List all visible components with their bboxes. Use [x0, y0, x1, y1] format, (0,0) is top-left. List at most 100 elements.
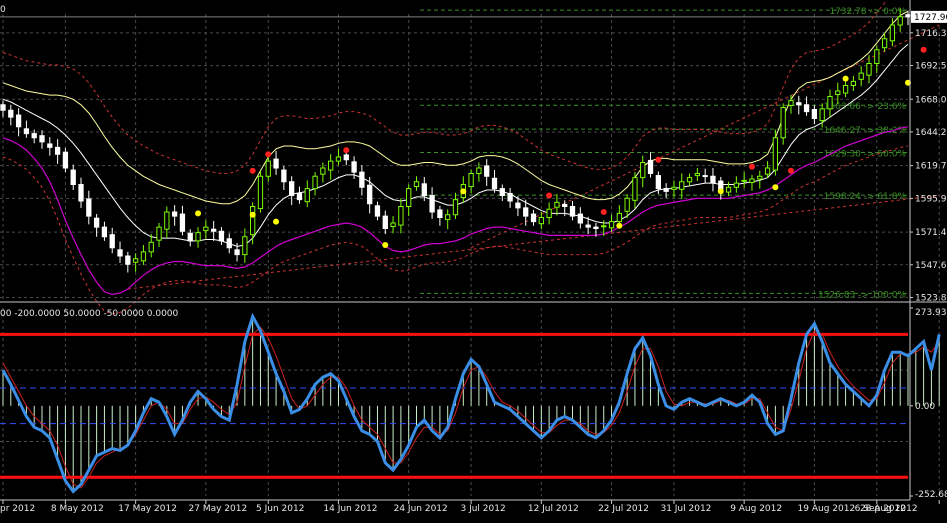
y-tick-label: 1523.80: [915, 294, 947, 304]
candle-body: [593, 226, 599, 229]
candle-body: [663, 188, 669, 192]
candle-body: [819, 108, 825, 122]
fractal-up-marker: [600, 209, 607, 215]
candle-body: [702, 175, 708, 178]
fractal-up-marker: [920, 46, 927, 53]
candle-body: [546, 208, 552, 218]
candle-body: [156, 226, 162, 241]
candle-body: [164, 211, 170, 230]
fractal-down-marker: [195, 210, 202, 217]
y-tick-label: 1716.30: [915, 29, 947, 39]
candle-body: [515, 202, 521, 209]
fractal-down-marker: [772, 184, 779, 191]
candle-body: [507, 192, 513, 202]
x-tick-label: 8 May 2012: [51, 504, 104, 514]
candle-body: [757, 175, 763, 180]
candle-body: [499, 188, 505, 196]
candle-body: [23, 128, 30, 135]
candle-body: [374, 205, 381, 217]
candle-body: [671, 186, 677, 190]
candle-body: [86, 198, 92, 217]
candle-body: [897, 16, 903, 26]
fractal-down-marker: [460, 188, 467, 195]
candle-body: [850, 80, 857, 86]
candle-body: [140, 251, 147, 262]
candle-body: [421, 183, 427, 196]
fractal-down-marker: [717, 188, 724, 195]
candle-body: [874, 49, 880, 64]
y-tick-label: 1547.60: [915, 261, 947, 271]
y-tick-label: 1595.90: [915, 194, 947, 204]
candle-body: [281, 169, 287, 183]
fractal-up-marker: [265, 151, 272, 158]
candle-body: [70, 169, 76, 185]
candle-body: [585, 224, 591, 228]
candle-body: [632, 177, 638, 201]
candle-body: [468, 173, 474, 188]
candle-body: [226, 238, 232, 249]
candle-body: [530, 213, 537, 223]
y-tick-label: 1692.50: [915, 62, 947, 72]
candle-body: [764, 167, 771, 175]
x-tick-label: 6 Sep 2012: [855, 504, 906, 514]
candle-body: [858, 72, 864, 80]
candle-body: [54, 146, 61, 155]
candle-body: [296, 192, 303, 201]
candle-body: [31, 133, 37, 139]
x-tick-label: 3 Jul 2012: [460, 504, 505, 514]
candle-body: [741, 179, 747, 182]
candle-body: [686, 177, 693, 183]
x-tick-label: 9 Aug 2012: [730, 504, 782, 514]
candle-body: [889, 24, 896, 42]
x-tick-label: 19 Aug 2012: [798, 504, 856, 514]
candle-body: [866, 63, 872, 76]
fractal-up-marker: [249, 167, 256, 174]
candle-body: [132, 258, 139, 263]
candle-body: [616, 212, 622, 223]
fibo-label: 1732.78 -> 0.0%: [829, 7, 906, 17]
candle-body: [780, 107, 786, 139]
fractal-down-marker: [842, 75, 849, 82]
candle-body: [554, 201, 560, 208]
candle-body: [413, 181, 420, 188]
candle-body: [749, 178, 755, 183]
candle-body: [78, 184, 84, 202]
y-tick-label: -252.6829: [915, 490, 947, 500]
candle-body: [382, 215, 388, 229]
fractal-up-marker: [655, 156, 662, 163]
candle-body: [476, 167, 482, 174]
candle-body: [359, 171, 365, 188]
candle-body: [234, 249, 240, 256]
candle-body: [304, 188, 310, 203]
fractal-up-marker: [546, 192, 553, 199]
candle-body: [8, 109, 14, 118]
fractal-down-marker: [273, 218, 280, 225]
candle-body: [179, 213, 186, 232]
y-tick-label: 1571.40: [915, 228, 947, 238]
candle-body: [562, 203, 568, 207]
candle-body: [125, 255, 131, 265]
candle-body: [725, 186, 732, 193]
fibo-label: 1598.24 -> 61.8%: [824, 192, 907, 202]
candle-body: [484, 165, 490, 177]
candle-body: [601, 225, 607, 228]
chart-canvas[interactable]: 1732.78 -> 0.0% 1663.66 -> 23.6% 1646.27 -…: [0, 0, 947, 519]
candle-body: [881, 38, 888, 49]
candle-body: [195, 232, 201, 242]
candle-body: [47, 143, 53, 148]
y-tick-label: 1644.20: [915, 128, 947, 138]
fibo-label: 1646.27 -> 38.2%: [824, 126, 907, 136]
x-tick-label: pr 2012: [0, 504, 35, 514]
candle-body: [343, 154, 349, 161]
candle-body: [265, 160, 271, 177]
candle-body: [437, 209, 443, 218]
fractal-up-marker: [787, 167, 794, 174]
candle-body: [398, 206, 404, 226]
candle-body: [445, 214, 451, 221]
candle-body: [608, 221, 615, 229]
candle-body: [429, 195, 435, 213]
candle-body: [203, 226, 209, 232]
candle-body: [0, 104, 6, 111]
trading-chart[interactable]: 1732.78 -> 0.0% 1663.66 -> 23.6% 1646.27 -…: [0, 0, 947, 519]
candle-body: [109, 234, 115, 249]
